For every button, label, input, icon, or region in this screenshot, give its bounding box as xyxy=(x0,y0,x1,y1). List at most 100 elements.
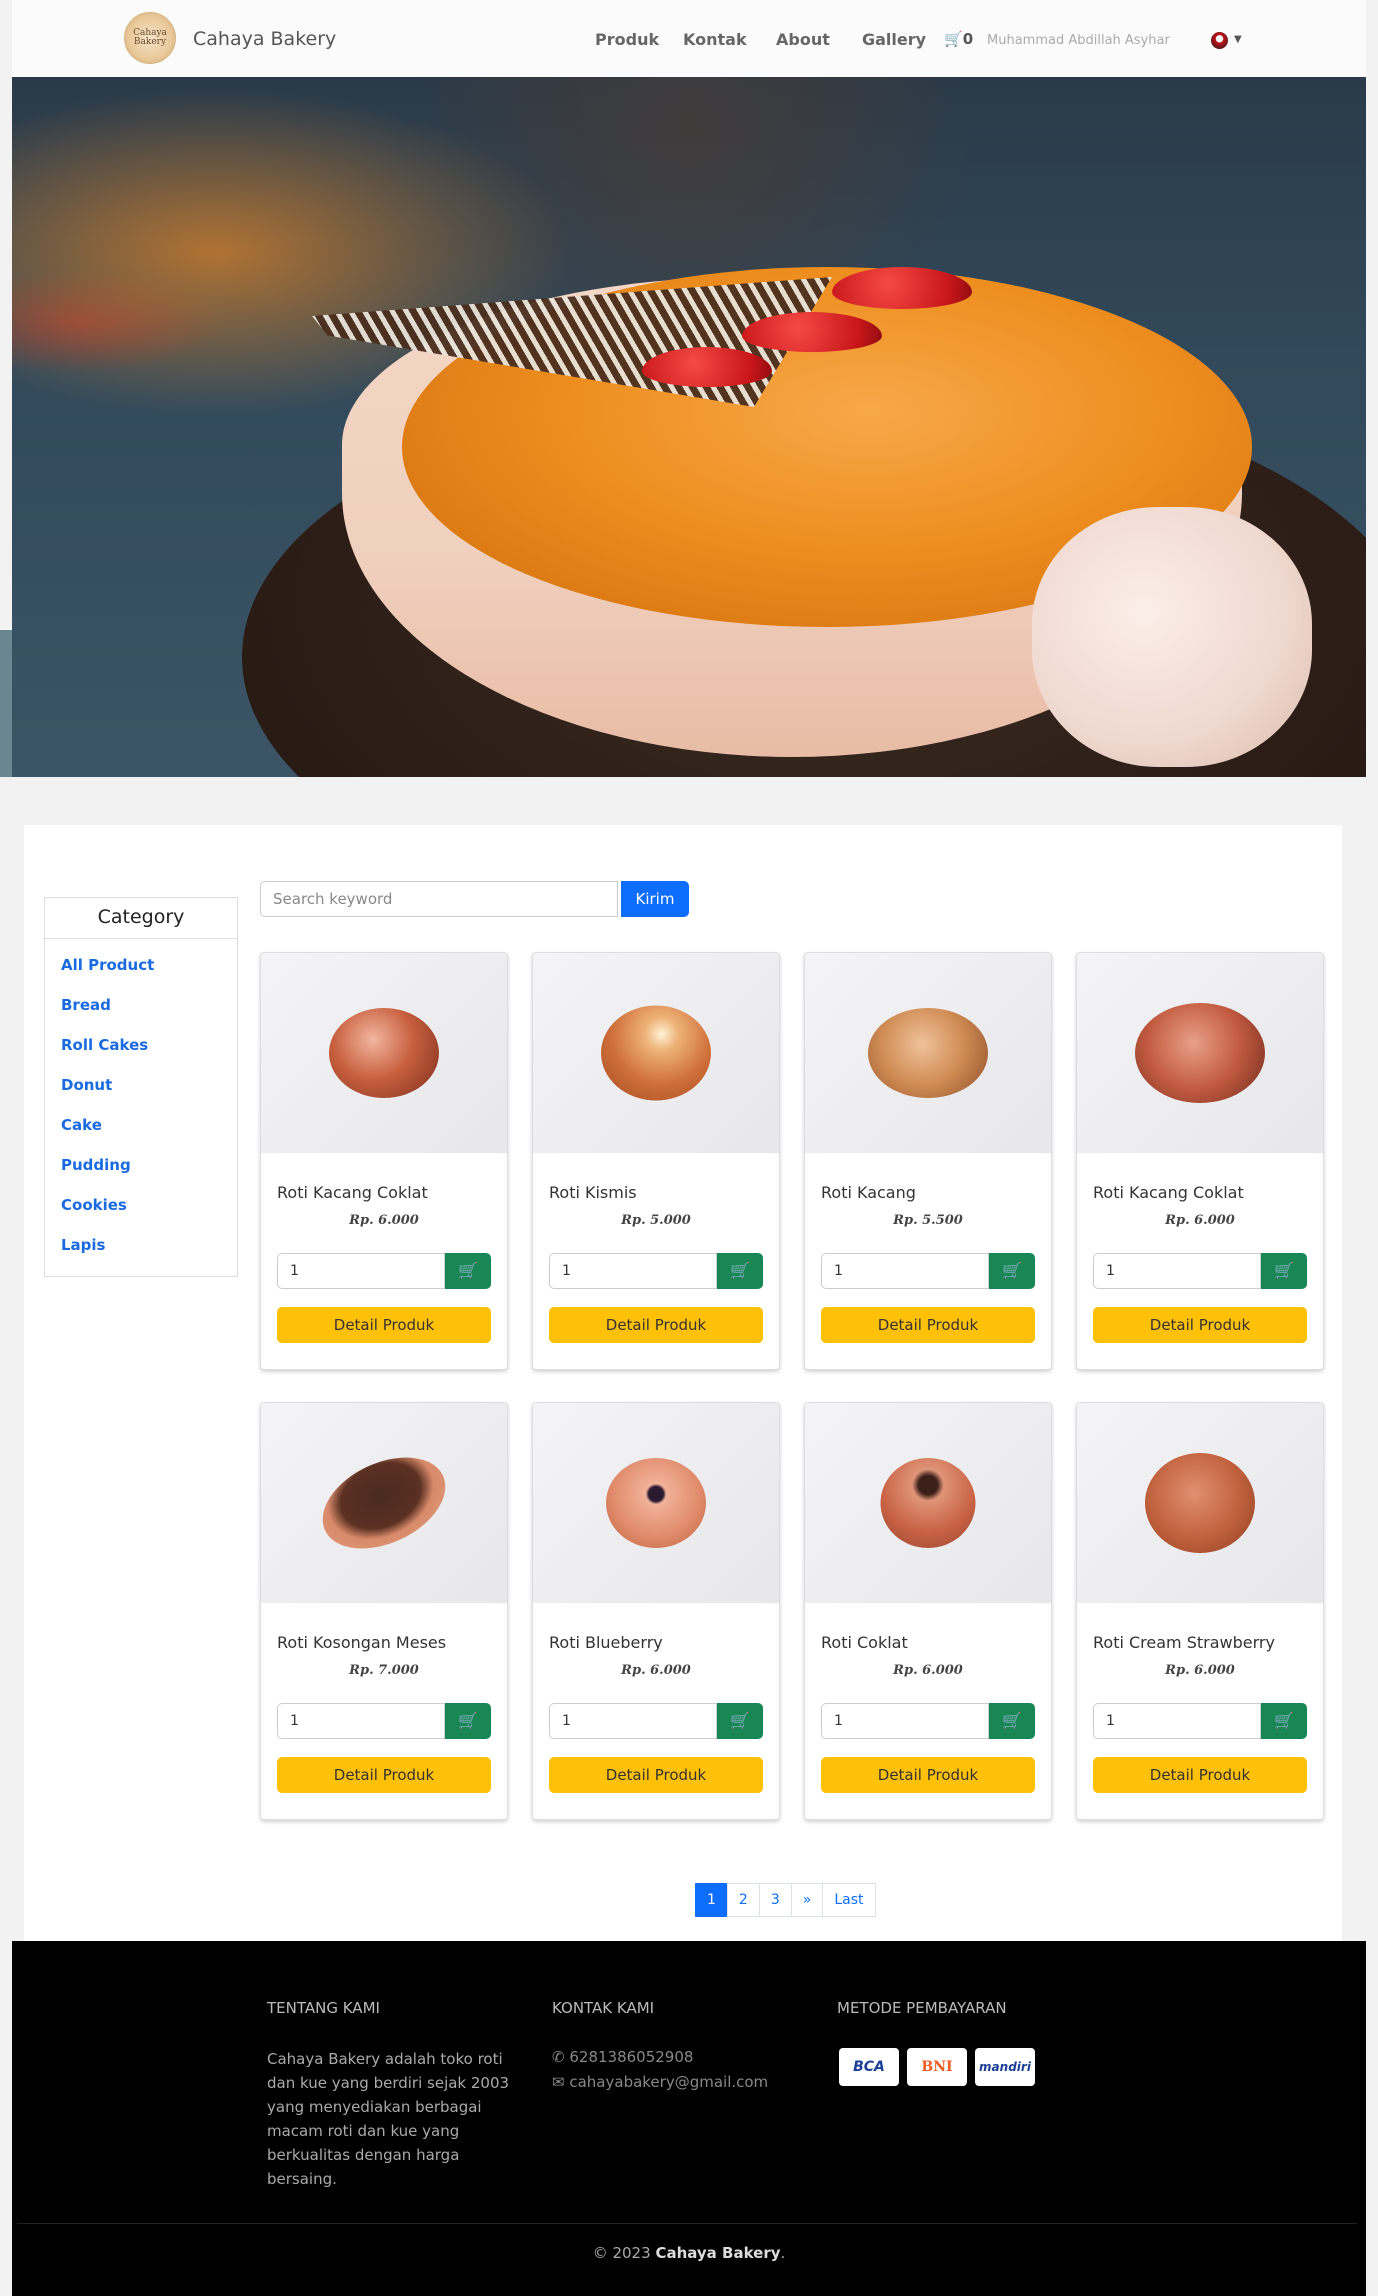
category-cookies[interactable]: Cookies xyxy=(61,1185,237,1225)
product-card: Roti Kosongan Meses Rp. 7.000 1 🛒 Detail… xyxy=(260,1402,508,1820)
brand-logo[interactable]: Cahaya Bakery xyxy=(124,12,176,64)
caret-down-icon[interactable]: ▼ xyxy=(1234,34,1242,45)
envelope-icon: ✉ xyxy=(552,2073,565,2091)
page-3[interactable]: 3 xyxy=(758,1883,792,1917)
bni-logo: BNI xyxy=(907,2048,967,2086)
product-price: Rp. 7.000 xyxy=(349,1663,419,1678)
category-panel: Category All Product Bread Roll Cakes Do… xyxy=(44,897,238,1277)
add-to-cart-icon: 🛒 xyxy=(1274,1261,1294,1280)
detail-produk-button[interactable]: Detail Produk xyxy=(549,1307,763,1343)
about-text: Cahaya Bakery adalah toko roti dan kue y… xyxy=(267,2050,510,2188)
cake-ribbon xyxy=(1032,507,1312,767)
product-image[interactable] xyxy=(1077,953,1323,1153)
quantity-input[interactable]: 1 xyxy=(277,1703,445,1739)
add-to-cart-button[interactable]: 🛒 xyxy=(1261,1253,1307,1289)
category-all-product[interactable]: All Product xyxy=(61,945,237,985)
product-price: Rp. 5.000 xyxy=(621,1213,691,1228)
add-to-cart-button[interactable]: 🛒 xyxy=(1261,1703,1307,1739)
phone-contact[interactable]: ✆ 6281386052908 xyxy=(552,2048,693,2066)
quantity-input[interactable]: 1 xyxy=(549,1253,717,1289)
product-card: Roti Kismis Rp. 5.000 1 🛒 Detail Produk xyxy=(532,952,780,1370)
category-roll-cakes[interactable]: Roll Cakes xyxy=(61,1025,237,1065)
category-cake[interactable]: Cake xyxy=(61,1105,237,1145)
user-avatar[interactable] xyxy=(1211,32,1228,49)
quantity-input[interactable]: 1 xyxy=(549,1703,717,1739)
quantity-input[interactable]: 1 xyxy=(1093,1253,1261,1289)
detail-produk-button[interactable]: Detail Produk xyxy=(821,1757,1035,1793)
bca-logo: BCA xyxy=(839,2048,899,2086)
detail-produk-button[interactable]: Detail Produk xyxy=(277,1757,491,1793)
category-pudding[interactable]: Pudding xyxy=(61,1145,237,1185)
product-price: Rp. 6.000 xyxy=(1165,1663,1235,1678)
nav-gallery[interactable]: Gallery xyxy=(862,30,926,49)
product-name: Roti Kacang Coklat xyxy=(1093,1183,1244,1202)
brand-logo-text: Cahaya Bakery xyxy=(133,28,167,47)
detail-produk-button[interactable]: Detail Produk xyxy=(549,1757,763,1793)
product-name: Roti Cream Strawberry xyxy=(1093,1633,1275,1652)
cart-link[interactable]: 🛒0 xyxy=(944,30,973,48)
email-contact[interactable]: ✉ cahayabakery@gmail.com xyxy=(552,2073,768,2091)
product-card: Roti Cream Strawberry Rp. 6.000 1 🛒 Deta… xyxy=(1076,1402,1324,1820)
email-address: cahayabakery@gmail.com xyxy=(569,2073,769,2091)
product-image[interactable] xyxy=(805,953,1051,1153)
quantity-input[interactable]: 1 xyxy=(277,1253,445,1289)
search-input[interactable]: Search keyword xyxy=(260,881,618,917)
page-next[interactable]: » xyxy=(790,1883,824,1917)
add-to-cart-button[interactable]: 🛒 xyxy=(445,1703,491,1739)
navbar: Cahaya Bakery Cahaya Bakery Produk Konta… xyxy=(12,0,1366,77)
brand-name[interactable]: Cahaya Bakery xyxy=(193,28,336,50)
product-image[interactable] xyxy=(1077,1403,1323,1603)
product-name: Roti Kismis xyxy=(549,1183,637,1202)
add-to-cart-icon: 🛒 xyxy=(730,1261,750,1280)
add-to-cart-button[interactable]: 🛒 xyxy=(717,1253,763,1289)
product-name: Roti Coklat xyxy=(821,1633,908,1652)
whatsapp-icon: ✆ xyxy=(552,2048,565,2066)
product-name: Roti Kacang xyxy=(821,1183,916,1202)
strawberry xyxy=(642,347,772,387)
detail-produk-button[interactable]: Detail Produk xyxy=(1093,1757,1307,1793)
search-button[interactable]: Kirim xyxy=(621,881,689,917)
category-donut[interactable]: Donut xyxy=(61,1065,237,1105)
user-name[interactable]: Muhammad Abdillah Asyhar xyxy=(987,33,1170,48)
add-to-cart-button[interactable]: 🛒 xyxy=(989,1703,1035,1739)
detail-produk-button[interactable]: Detail Produk xyxy=(277,1307,491,1343)
add-to-cart-button[interactable]: 🛒 xyxy=(445,1253,491,1289)
page-last[interactable]: Last xyxy=(822,1883,876,1917)
product-image[interactable] xyxy=(533,1403,779,1603)
product-image[interactable] xyxy=(533,953,779,1153)
phone-number: 6281386052908 xyxy=(569,2048,694,2066)
add-to-cart-button[interactable]: 🛒 xyxy=(989,1253,1035,1289)
page-2[interactable]: 2 xyxy=(726,1883,760,1917)
hero-edge xyxy=(0,630,12,777)
add-to-cart-icon: 🛒 xyxy=(458,1711,478,1730)
detail-produk-button[interactable]: Detail Produk xyxy=(1093,1307,1307,1343)
quantity-input[interactable]: 1 xyxy=(821,1253,989,1289)
product-card: Roti Kacang Rp. 5.500 1 🛒 Detail Produk xyxy=(804,952,1052,1370)
nav-about[interactable]: About xyxy=(776,30,830,49)
quantity-input[interactable]: 1 xyxy=(1093,1703,1261,1739)
copyright-year: © 2023 xyxy=(592,2244,651,2262)
add-to-cart-button[interactable]: 🛒 xyxy=(717,1703,763,1739)
copyright: © 2023 Cahaya Bakery. xyxy=(12,2244,1366,2262)
category-bread[interactable]: Bread xyxy=(61,985,237,1025)
category-lapis[interactable]: Lapis xyxy=(61,1225,237,1265)
product-card: Roti Blueberry Rp. 6.000 1 🛒 Detail Prod… xyxy=(532,1402,780,1820)
copyright-brand: Cahaya Bakery xyxy=(655,2244,781,2262)
add-to-cart-icon: 🛒 xyxy=(1002,1261,1022,1280)
add-to-cart-icon: 🛒 xyxy=(1274,1711,1294,1730)
detail-produk-button[interactable]: Detail Produk xyxy=(821,1307,1035,1343)
cart-count: 0 xyxy=(962,30,974,48)
add-to-cart-icon: 🛒 xyxy=(458,1261,478,1280)
nav-kontak[interactable]: Kontak xyxy=(683,30,747,49)
nav-produk[interactable]: Produk xyxy=(595,30,659,49)
product-card: Roti Coklat Rp. 6.000 1 🛒 Detail Produk xyxy=(804,1402,1052,1820)
product-price: Rp. 6.000 xyxy=(893,1663,963,1678)
quantity-input[interactable]: 1 xyxy=(821,1703,989,1739)
product-image[interactable] xyxy=(261,1403,507,1603)
add-to-cart-icon: 🛒 xyxy=(730,1711,750,1730)
page-1[interactable]: 1 xyxy=(695,1883,728,1917)
product-image[interactable] xyxy=(805,1403,1051,1603)
product-price: Rp. 5.500 xyxy=(893,1213,963,1228)
product-image[interactable] xyxy=(261,953,507,1153)
footer-divider xyxy=(17,2223,1357,2224)
